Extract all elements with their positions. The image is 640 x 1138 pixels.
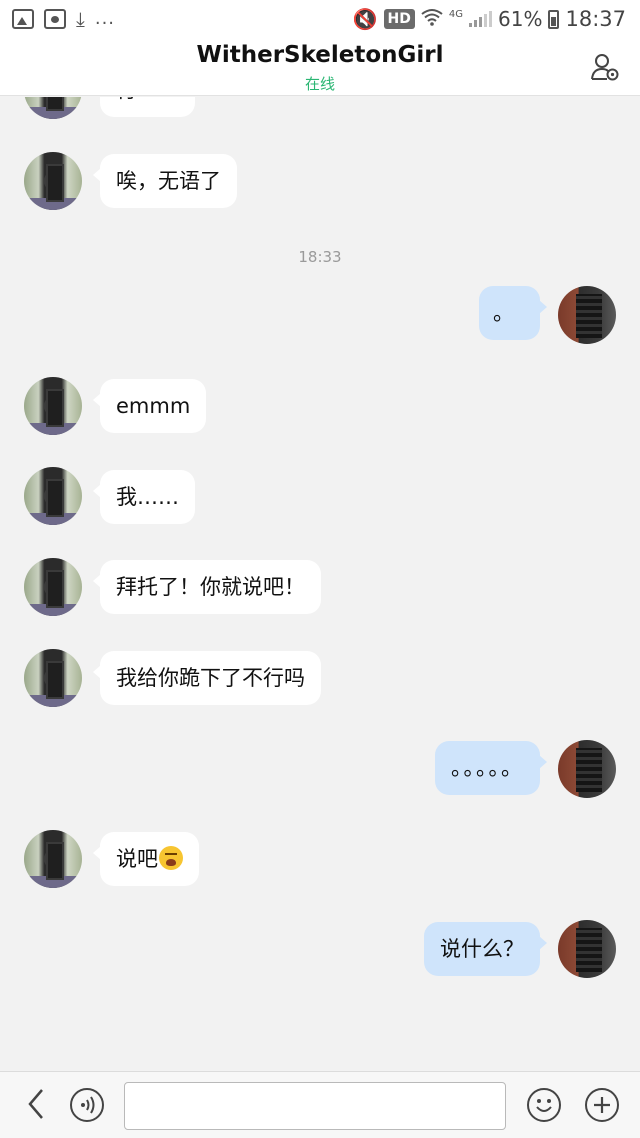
profile-settings-icon[interactable] [590,52,620,82]
timestamp-divider: 18:33 [298,248,342,266]
status-bar: ⤓ ... 🔇 HD 4G 61% 18:37 [0,0,640,38]
message-input[interactable] [124,1082,506,1130]
incoming-message[interactable]: 唉，无语了 [93,154,237,208]
contact-avatar[interactable] [24,467,82,525]
incoming-message[interactable]: 说吧 [93,832,199,886]
download-icon: ⤓ [76,7,85,31]
outgoing-message[interactable]: 。 [479,286,547,340]
chat-title: WitherSkeletonGirl [196,42,444,68]
more-notifications-icon: ... [94,8,116,29]
hd-badge: HD [383,9,415,29]
incoming-message[interactable]: 我给你跪下了不行吗 [93,651,321,705]
plus-icon[interactable] [585,1088,619,1122]
incoming-message[interactable]: 行…… [100,97,195,117]
incoming-message[interactable]: 我…… [93,470,195,524]
contact-avatar[interactable] [24,558,82,616]
network-type: 4G [448,8,464,20]
battery-percent: 61% [498,7,543,31]
emoji-icon[interactable] [527,1088,561,1122]
online-status: 在线 [304,75,335,93]
voice-icon[interactable] [70,1088,104,1122]
contact-avatar[interactable] [24,152,82,210]
message-list[interactable]: 行…… 唉，无语了 18:33 。 emmm 我…… 拜托了！你就说吧！ 我给你… [0,97,640,1070]
outgoing-message[interactable]: 说什么？ [424,922,547,976]
system-status: 🔇 HD 4G 61% 18:37 [353,6,626,32]
crying-emoji-icon [159,846,183,870]
battery-icon [548,9,560,29]
notification-icons: ⤓ ... [12,6,115,32]
clock: 18:37 [565,7,626,31]
image-icon [12,9,34,29]
my-avatar[interactable] [558,286,616,344]
outgoing-message[interactable]: 。。。。。 [435,741,547,795]
incoming-message[interactable]: emmm [92,379,207,433]
contact-avatar[interactable] [24,649,82,707]
signal-icon [469,11,493,27]
my-avatar[interactable] [558,740,616,798]
wifi-icon [421,8,443,30]
contact-avatar[interactable] [24,97,82,119]
message-text: 说吧 [116,847,158,871]
incoming-message[interactable]: 拜托了！你就说吧！ [93,560,321,614]
paw-icon [44,9,66,29]
contact-avatar[interactable] [24,377,82,435]
chat-header: WitherSkeletonGirl 在线 [0,38,640,96]
input-bar [0,1071,640,1138]
my-avatar[interactable] [558,920,616,978]
contact-avatar[interactable] [24,830,82,888]
back-chevron-icon[interactable] [24,1086,50,1122]
mute-icon: 🔇 [352,7,378,31]
